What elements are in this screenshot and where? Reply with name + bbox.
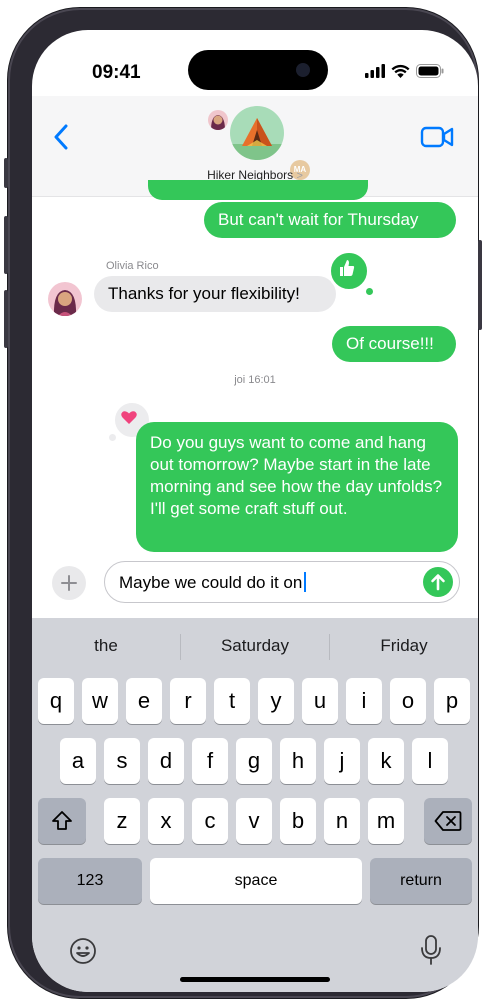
message-input-value: Maybe we could do it on (119, 573, 303, 592)
tent-icon (230, 118, 284, 160)
key-e[interactable]: e (126, 678, 162, 724)
timestamp: joi 16:01 (234, 374, 276, 386)
shift-icon (52, 811, 72, 830)
member-avatar-small (208, 110, 228, 130)
message-bubble-outgoing[interactable]: Of course!!! (332, 326, 456, 362)
key-a[interactable]: a (60, 738, 96, 784)
plus-icon (61, 575, 77, 591)
sender-name: Olivia Rico (106, 260, 159, 272)
add-attachment-button[interactable] (52, 566, 86, 600)
video-camera-icon[interactable] (420, 124, 454, 150)
key-l[interactable]: l (412, 738, 448, 784)
tapback-tail (109, 434, 116, 441)
tapback-tail (366, 288, 373, 295)
message-input-text[interactable]: Maybe we could do it on (119, 572, 307, 593)
key-b[interactable]: b (280, 798, 316, 844)
volume-up-button (4, 216, 8, 274)
battery-icon (416, 64, 444, 78)
key-t[interactable]: t (214, 678, 250, 724)
send-button[interactable] (423, 567, 453, 597)
key-c[interactable]: c (192, 798, 228, 844)
delete-key[interactable] (424, 798, 472, 844)
group-avatar[interactable] (230, 106, 284, 160)
key-p[interactable]: p (434, 678, 470, 724)
key-f[interactable]: f (192, 738, 228, 784)
message-input[interactable]: Maybe we could do it on (104, 561, 460, 603)
key-h[interactable]: h (280, 738, 316, 784)
thumbs-up-icon (340, 260, 355, 276)
front-camera (296, 63, 310, 77)
key-x[interactable]: x (148, 798, 184, 844)
home-indicator[interactable] (180, 977, 330, 982)
screen: 09:41 MA Hiker Neighbors > But can't wai… (32, 30, 478, 992)
return-key[interactable]: return (370, 858, 472, 904)
microphone-icon[interactable] (418, 934, 444, 966)
key-i[interactable]: i (346, 678, 382, 724)
cellular-signal-icon (365, 64, 385, 78)
suggestion-friday[interactable]: Friday (330, 618, 478, 674)
shift-key[interactable] (38, 798, 86, 844)
text-cursor (304, 572, 307, 592)
key-n[interactable]: n (324, 798, 360, 844)
key-y[interactable]: y (258, 678, 294, 724)
key-d[interactable]: d (148, 738, 184, 784)
avatar (48, 282, 82, 316)
key-v[interactable]: v (236, 798, 272, 844)
power-button (478, 240, 482, 330)
arrow-up-icon (431, 574, 445, 591)
message-bubble-outgoing[interactable]: Do you guys want to come and hang out to… (136, 422, 458, 552)
key-q[interactable]: q (38, 678, 74, 724)
key-u[interactable]: u (302, 678, 338, 724)
status-time: 09:41 (92, 62, 141, 83)
message-bubble-outgoing[interactable]: But can't wait for Thursday (204, 202, 456, 238)
status-icons (365, 64, 444, 78)
dynamic-island (188, 50, 328, 90)
key-j[interactable]: j (324, 738, 360, 784)
key-w[interactable]: w (82, 678, 118, 724)
volume-down-button (4, 290, 8, 348)
keyboard: the Saturday Friday q w e r t y u i o p … (32, 618, 478, 992)
delete-icon (434, 811, 462, 831)
emoji-icon[interactable] (68, 936, 98, 966)
heart-icon (121, 411, 137, 424)
chevron-left-icon[interactable] (50, 122, 74, 152)
space-key[interactable]: space (150, 858, 362, 904)
message-bubble-incoming[interactable]: Thanks for your flexibility! (94, 276, 336, 312)
key-k[interactable]: k (368, 738, 404, 784)
key-o[interactable]: o (390, 678, 426, 724)
key-r[interactable]: r (170, 678, 206, 724)
suggestion-saturday[interactable]: Saturday (181, 618, 329, 674)
tapback-like[interactable] (328, 250, 373, 295)
key-g[interactable]: g (236, 738, 272, 784)
key-m[interactable]: m (368, 798, 404, 844)
key-s[interactable]: s (104, 738, 140, 784)
phone-frame: 09:41 MA Hiker Neighbors > But can't wai… (4, 8, 482, 998)
suggestion-the[interactable]: the (32, 618, 180, 674)
key-z[interactable]: z (104, 798, 140, 844)
action-button (4, 158, 8, 188)
message-bubble-partial (148, 180, 368, 200)
wifi-icon (391, 64, 410, 78)
numbers-key[interactable]: 123 (38, 858, 142, 904)
